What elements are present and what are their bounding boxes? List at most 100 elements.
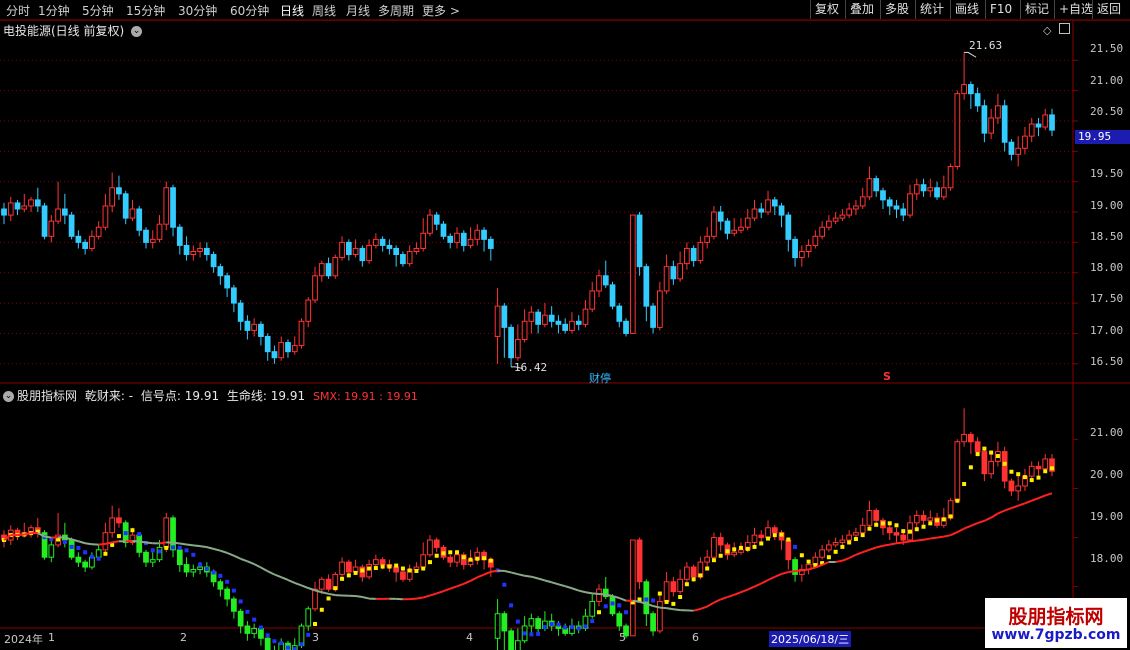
candle-body	[1008, 141, 1015, 155]
indicator-candle-body	[596, 588, 602, 602]
signal-dot	[718, 553, 723, 558]
settings-circle-icon[interactable]: ⌄	[3, 391, 14, 402]
candle-body	[379, 238, 386, 246]
candle-body	[697, 241, 704, 262]
date-label: 4	[466, 631, 473, 644]
candle-body	[947, 166, 954, 189]
signal-dot	[441, 551, 446, 556]
indicator-candle-body	[393, 566, 400, 573]
indicator-candle-body	[501, 613, 508, 632]
life-line-segment	[666, 607, 674, 611]
candle-body	[149, 238, 156, 243]
candle-body	[961, 84, 967, 95]
candle-body	[954, 93, 961, 168]
y-tick: 19.00	[1090, 199, 1124, 212]
signal-dot	[975, 452, 980, 457]
indicator-life: 生命线: 19.91	[226, 389, 306, 403]
life-line-segment	[869, 546, 877, 551]
signal-dot	[955, 498, 960, 503]
candle-body	[61, 208, 68, 216]
life-line-segment	[112, 540, 120, 544]
signal-dot	[624, 610, 629, 615]
indicator-candle-body	[961, 433, 967, 443]
candle-body	[798, 250, 805, 259]
candle-body	[880, 190, 886, 201]
candle-body	[907, 193, 913, 216]
signal-dot	[908, 529, 913, 534]
site-watermark: 股朋指标网 www.7gpzb.com	[985, 598, 1127, 648]
signal-dot	[306, 632, 311, 637]
life-line-segment	[564, 585, 573, 590]
signal-dot	[211, 570, 216, 575]
date-label: 2	[180, 631, 187, 644]
candle-body	[650, 305, 656, 328]
signal-dot	[1050, 466, 1054, 471]
indicator-candle-body	[974, 441, 981, 453]
candle-body	[893, 205, 900, 210]
indicator-panel-title: ⌄ 股朋指标网 乾财来: - 信号点: 19.91 生命线: 19.91 SMX:…	[3, 387, 418, 404]
candle-body	[197, 247, 203, 252]
signal-dot	[583, 624, 588, 629]
life-line-segment	[673, 608, 681, 612]
settings-circle-icon[interactable]: ⌄	[131, 26, 143, 37]
life-line-segment	[855, 551, 864, 556]
life-line-segment	[1031, 497, 1039, 502]
candle-body	[359, 247, 366, 262]
indicator-candle-body	[318, 578, 325, 590]
indicator-candle-body	[771, 527, 778, 534]
indicator-candle-body	[109, 517, 116, 534]
indicator-candle-body	[373, 559, 379, 566]
candle-body	[481, 229, 487, 240]
indicator-candle-body	[656, 600, 663, 632]
signal-dot	[488, 558, 493, 563]
event-marker-caifu[interactable]: 财停	[589, 370, 611, 386]
candle-body	[656, 290, 663, 328]
diamond-icon[interactable]: ◇	[1043, 24, 1051, 37]
life-line-segment	[301, 584, 309, 589]
indicator-candle-body	[650, 613, 656, 632]
candle-body	[771, 199, 778, 207]
life-line-segment	[159, 541, 167, 545]
indicator-candle-body	[1015, 485, 1022, 492]
life-line-segment	[585, 591, 593, 595]
candle-body	[934, 187, 940, 198]
event-marker-s[interactable]: S	[883, 370, 891, 383]
candle-body	[95, 226, 102, 237]
y-tick: 21.00	[1090, 426, 1124, 439]
signal-dot	[83, 550, 88, 555]
watermark-url: www.7gpzb.com	[991, 627, 1121, 643]
life-line-segment	[274, 573, 282, 579]
panel-toggle-icon[interactable]	[1059, 23, 1070, 34]
y-tick: 18.00	[1090, 261, 1124, 274]
signal-dot	[502, 582, 507, 587]
candle-body	[352, 247, 359, 256]
candle-body	[48, 220, 55, 237]
candle-body	[670, 266, 677, 280]
life-line-segment	[44, 535, 52, 539]
signal-dot	[968, 465, 973, 470]
high-connector	[964, 51, 977, 58]
candle-body	[400, 254, 406, 265]
candle-body	[940, 187, 947, 198]
life-line-segment	[909, 539, 917, 543]
signal-dot	[894, 523, 899, 528]
candle-body	[602, 275, 609, 286]
signal-dot	[556, 622, 561, 627]
candle-body	[332, 257, 339, 277]
signal-dot	[772, 533, 777, 538]
signal-dot	[69, 544, 74, 549]
candle-body	[373, 238, 379, 246]
signal-dot	[198, 562, 203, 567]
signal-dot	[204, 567, 209, 572]
life-line-segment	[24, 532, 32, 536]
low-price-label: 16.42	[514, 361, 548, 374]
indicator-candle-body	[684, 566, 690, 580]
candle-body	[995, 105, 1001, 119]
chart-canvas[interactable]	[0, 0, 1130, 650]
candle-body	[217, 266, 224, 277]
signal-dot	[867, 526, 872, 531]
candle-body	[129, 208, 136, 219]
indicator-candle-body	[237, 610, 244, 627]
life-line-segment	[760, 579, 769, 585]
candle-body	[758, 208, 765, 213]
